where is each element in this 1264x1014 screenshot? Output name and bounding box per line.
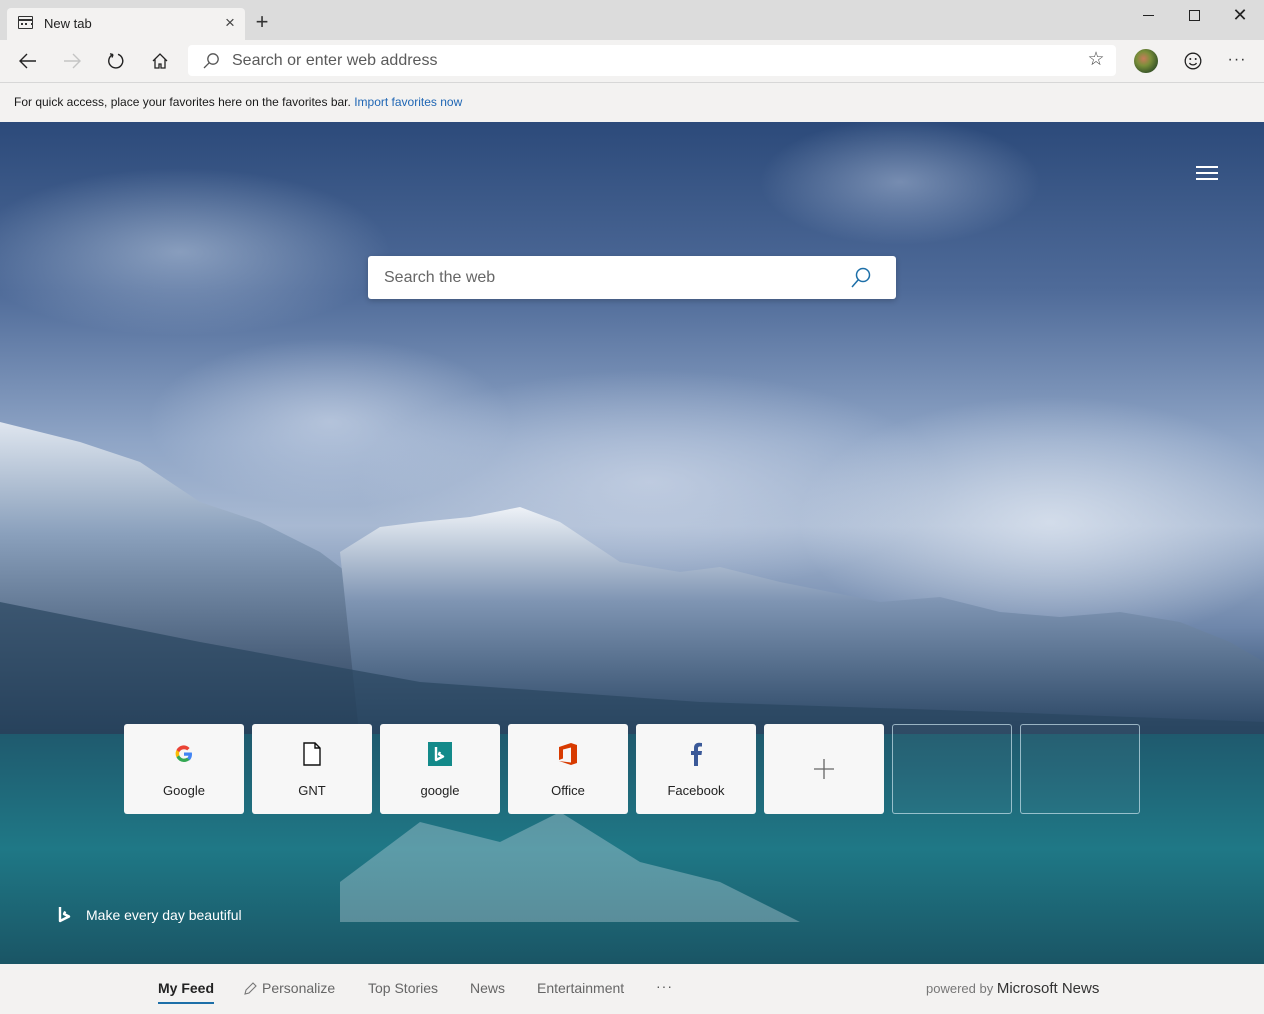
top-site-tile-office[interactable]: Office	[508, 724, 628, 814]
arrow-left-icon	[19, 53, 36, 69]
feed-tab-personalize[interactable]: Personalize	[244, 980, 335, 996]
maximize-button[interactable]	[1171, 2, 1217, 28]
feed-tab-label: Personalize	[262, 980, 336, 996]
page-settings-menu-button[interactable]	[1196, 166, 1218, 184]
search-icon	[203, 53, 219, 69]
favorites-bar-message: For quick access, place your favorites h…	[14, 95, 351, 109]
top-sites: Google GNT google Office Facebook	[124, 724, 1140, 814]
tile-label: Google	[163, 783, 205, 798]
favorites-bar: For quick access, place your favorites h…	[0, 84, 1264, 122]
top-site-tile-bing[interactable]: google	[380, 724, 500, 814]
import-favorites-link[interactable]: Import favorites now	[354, 95, 462, 109]
powered-by-prefix: powered by	[926, 981, 994, 996]
feed-tab-my-feed[interactable]: My Feed	[158, 980, 215, 1004]
google-icon	[172, 742, 196, 766]
facebook-icon	[684, 742, 708, 766]
smiley-icon	[1184, 52, 1202, 70]
tab-close-button[interactable]: ×	[221, 13, 239, 33]
search-submit-icon[interactable]	[848, 266, 874, 290]
refresh-icon	[108, 53, 124, 69]
navigation-toolbar: ☆ ···	[0, 40, 1264, 83]
tab-title: New tab	[44, 16, 92, 31]
profile-avatar[interactable]	[1134, 49, 1158, 73]
image-attribution-link[interactable]: Make every day beautiful	[58, 906, 242, 924]
tile-label: Facebook	[667, 783, 725, 798]
feed-tab-entertainment[interactable]: Entertainment	[537, 980, 624, 996]
minimize-icon	[1142, 14, 1154, 16]
address-bar[interactable]: ☆	[188, 45, 1116, 76]
minimize-button[interactable]	[1125, 2, 1171, 28]
attribution-text: Make every day beautiful	[86, 907, 242, 923]
feedback-button[interactable]	[1178, 46, 1208, 76]
pencil-icon	[244, 982, 257, 995]
close-window-button[interactable]: ✕	[1217, 2, 1263, 28]
hamburger-icon-line	[1196, 166, 1218, 168]
bing-icon	[428, 742, 452, 766]
arrow-right-icon	[64, 53, 81, 69]
address-input[interactable]	[232, 45, 1072, 76]
plus-icon	[814, 759, 834, 779]
feed-tab-top-stories[interactable]: Top Stories	[368, 980, 438, 996]
top-site-tile-facebook[interactable]: Facebook	[636, 724, 756, 814]
back-button[interactable]	[12, 46, 44, 76]
new-tab-page: Google GNT google Office Facebook	[0, 122, 1264, 964]
new-tab-button[interactable]: +	[250, 10, 274, 34]
maximize-icon	[1188, 9, 1200, 21]
background-image	[0, 422, 1264, 964]
empty-site-slot	[892, 724, 1012, 814]
tab-new-tab[interactable]: New tab ×	[7, 8, 245, 40]
hamburger-icon-line	[1196, 172, 1218, 174]
powered-by-brand: Microsoft News	[996, 980, 1100, 997]
home-button[interactable]	[144, 46, 176, 76]
add-site-tile[interactable]	[764, 724, 884, 814]
top-site-tile-gnt[interactable]: GNT	[252, 724, 372, 814]
bing-logo-icon	[58, 907, 71, 923]
document-icon	[300, 742, 324, 766]
refresh-button[interactable]	[100, 46, 132, 76]
forward-button[interactable]	[56, 46, 88, 76]
title-bar: New tab × + ✕	[0, 0, 1264, 40]
feed-more-button[interactable]: ···	[656, 978, 673, 994]
tile-label: google	[420, 783, 460, 798]
office-icon	[556, 742, 580, 766]
powered-by-label: powered by Microsoft News	[926, 980, 1099, 997]
settings-more-button[interactable]: ···	[1222, 46, 1252, 76]
web-search-input[interactable]	[384, 256, 844, 299]
favorite-star-button[interactable]: ☆	[1086, 50, 1106, 70]
feed-tab-news[interactable]: News	[470, 980, 505, 996]
tile-label: GNT	[298, 783, 326, 798]
top-site-tile-google[interactable]: Google	[124, 724, 244, 814]
newtab-page-icon	[18, 16, 33, 29]
web-search-box	[368, 256, 896, 299]
home-icon	[152, 53, 168, 69]
news-feed-bar: My Feed Personalize Top Stories News Ent…	[0, 964, 1264, 1014]
hamburger-icon-line	[1196, 178, 1218, 180]
tile-label: Office	[551, 783, 585, 798]
empty-site-slot	[1020, 724, 1140, 814]
